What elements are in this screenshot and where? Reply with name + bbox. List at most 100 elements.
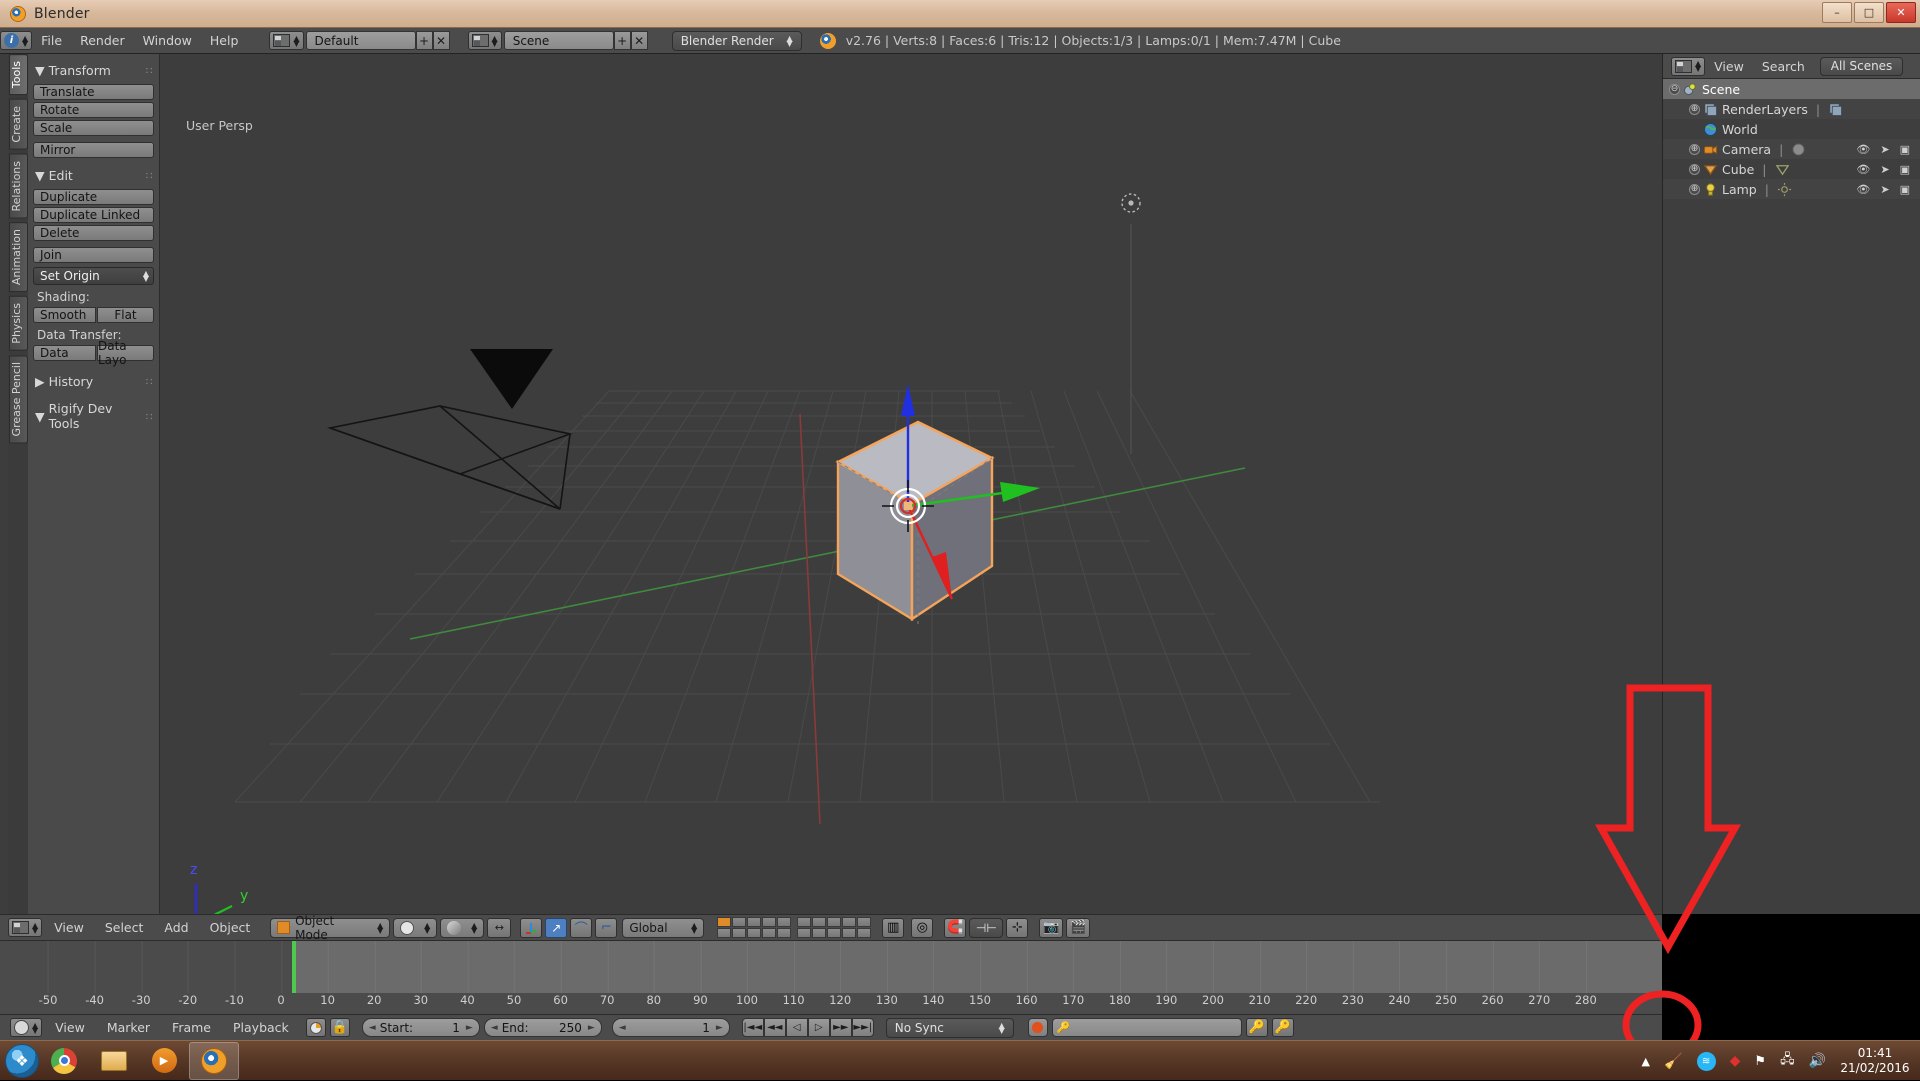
- delete-scene-button[interactable]: ✕: [631, 31, 648, 50]
- pivot-point-selector[interactable]: ▲▼: [440, 918, 484, 938]
- delete-screen-button[interactable]: ✕: [433, 31, 450, 50]
- timeline-playhead[interactable]: [292, 941, 296, 993]
- screen-layout-name[interactable]: Default: [306, 31, 416, 50]
- end-frame-field[interactable]: ◄ End: 250 ►: [484, 1018, 602, 1037]
- network-icon[interactable]: 🖧: [1780, 1050, 1795, 1072]
- prev-keyframe-icon[interactable]: ◄◄: [764, 1018, 786, 1037]
- camera-render-icon[interactable]: ▣: [1900, 163, 1910, 176]
- decrement-arrow-icon[interactable]: ◄: [491, 1023, 498, 1033]
- duplicate-button[interactable]: Duplicate: [33, 189, 154, 205]
- shade-flat-button[interactable]: Flat: [97, 307, 154, 323]
- mesh-data-icon[interactable]: [1775, 162, 1790, 177]
- scene-layers-icon[interactable]: [717, 917, 871, 938]
- viewport-editor-type-selector[interactable]: ▲▼: [8, 918, 42, 937]
- expand-icon[interactable]: ⊕: [1689, 144, 1700, 155]
- scene-name[interactable]: Scene: [504, 31, 614, 50]
- toolbar-tab-relations[interactable]: Relations: [9, 154, 28, 219]
- outliner-editor-type-selector[interactable]: ▲▼: [1671, 57, 1705, 76]
- scale-button[interactable]: Scale: [33, 120, 154, 136]
- snap-magnet-icon[interactable]: 🧲: [944, 918, 966, 938]
- viewport-menu-object[interactable]: Object: [201, 915, 260, 940]
- delete-button[interactable]: Delete: [33, 225, 154, 241]
- timeline-menu-playback[interactable]: Playback: [224, 1015, 298, 1040]
- manipulator-extra-icon[interactable]: ⌐: [595, 918, 617, 938]
- timeline-editor-type-selector[interactable]: ▲▼: [10, 1018, 42, 1037]
- timeline-menu-marker[interactable]: Marker: [98, 1015, 159, 1040]
- flag-icon[interactable]: ⚑: [1754, 1054, 1766, 1069]
- record-icon[interactable]: [1028, 1018, 1048, 1037]
- eye-icon[interactable]: 👁: [1856, 183, 1870, 196]
- cursor-arrow-icon[interactable]: ➤: [1880, 163, 1889, 176]
- menu-file[interactable]: File: [32, 28, 71, 53]
- outliner-row-world[interactable]: World: [1663, 119, 1920, 139]
- outliner-row-lamp[interactable]: ⊕ Lamp | 👁 ➤ ▣: [1663, 179, 1920, 199]
- translate-manipulator-icon[interactable]: [520, 918, 542, 938]
- jump-start-icon[interactable]: |◄◄: [742, 1018, 764, 1037]
- outliner-menu-search[interactable]: Search: [1753, 54, 1814, 79]
- panel-header-edit[interactable]: ▼ Edit ::: [31, 165, 156, 187]
- render-engine-selector[interactable]: Blender Render ▲▼: [672, 31, 802, 51]
- scene-selector[interactable]: ▲▼: [468, 31, 502, 50]
- camera-render-icon[interactable]: ▣: [1900, 183, 1910, 196]
- renderlayer-data-icon[interactable]: [1828, 102, 1843, 117]
- 3d-viewport[interactable]: z y x User Persp (1) Cube: [0, 54, 1662, 914]
- next-keyframe-icon[interactable]: ►►: [830, 1018, 852, 1037]
- toolbar-tab-physics[interactable]: Physics: [9, 296, 28, 351]
- expand-icon[interactable]: ⊕: [1689, 164, 1700, 175]
- current-frame-field[interactable]: ◄ 1 ►: [612, 1018, 730, 1037]
- render-animation-icon[interactable]: 🎬: [1066, 918, 1090, 938]
- increment-arrow-icon[interactable]: ►: [716, 1023, 723, 1033]
- camera-data-icon[interactable]: [1791, 142, 1806, 157]
- collapse-icon[interactable]: ⊖: [1669, 84, 1680, 95]
- scale-manipulator-icon[interactable]: ⌒: [570, 918, 592, 938]
- panel-header-rigify-dev-tools[interactable]: ▼ Rigify Dev Tools ::: [31, 398, 156, 435]
- data-button[interactable]: Data: [33, 345, 96, 361]
- shade-smooth-button[interactable]: Smooth: [33, 307, 96, 323]
- insert-keyframe-icon[interactable]: 🔑: [1246, 1018, 1268, 1037]
- viewport-menu-select[interactable]: Select: [96, 915, 153, 940]
- eye-icon[interactable]: 👁: [1856, 143, 1870, 156]
- rotate-button[interactable]: Rotate: [33, 102, 154, 118]
- rotate-manipulator-icon[interactable]: ↗: [545, 918, 567, 938]
- menu-window[interactable]: Window: [134, 28, 201, 53]
- decrement-arrow-icon[interactable]: ◄: [619, 1023, 626, 1033]
- expand-icon[interactable]: ⊕: [1689, 104, 1700, 115]
- jump-end-icon[interactable]: ►►|: [852, 1018, 874, 1037]
- viewport-menu-view[interactable]: View: [45, 915, 93, 940]
- toolbar-tab-create[interactable]: Create: [9, 99, 28, 150]
- keyingset-field[interactable]: 🔑: [1052, 1018, 1242, 1037]
- add-screen-button[interactable]: +: [416, 31, 433, 50]
- lamp-data-icon[interactable]: [1777, 182, 1792, 197]
- menu-render[interactable]: Render: [71, 28, 134, 53]
- minimize-button[interactable]: –: [1822, 2, 1852, 23]
- data-layout-button[interactable]: Data Layo: [97, 345, 154, 361]
- toolbar-tab-animation[interactable]: Animation: [9, 222, 28, 292]
- toolbar-tab-tools[interactable]: Tools: [9, 54, 28, 95]
- outliner-menu-view[interactable]: View: [1705, 54, 1753, 79]
- expand-icon[interactable]: ⊕: [1689, 184, 1700, 195]
- outliner-row-renderlayers[interactable]: ⊕ RenderLayers |: [1663, 99, 1920, 119]
- mirror-button[interactable]: Mirror: [33, 142, 154, 158]
- outliner-row-cube[interactable]: ⊕ Cube | 👁 ➤ ▣: [1663, 159, 1920, 179]
- timeline-menu-frame[interactable]: Frame: [163, 1015, 220, 1040]
- delete-keyframe-icon[interactable]: 🔑: [1272, 1018, 1294, 1037]
- avast-icon[interactable]: ◆: [1730, 1053, 1741, 1069]
- timeline-editor[interactable]: -50-40-30-20-100102030405060708090100110…: [0, 941, 1662, 1018]
- manipulator-toggle[interactable]: ↔: [487, 918, 511, 938]
- volume-icon[interactable]: 🔊: [1809, 1053, 1826, 1069]
- lock-icon[interactable]: 🔒: [330, 1018, 350, 1037]
- render-camera-icon[interactable]: 📷: [1039, 918, 1063, 938]
- duplicate-linked-button[interactable]: Duplicate Linked: [33, 207, 154, 223]
- info-editor-type-selector[interactable]: i ▲▼: [0, 31, 32, 50]
- outliner-row-scene[interactable]: ⊖ Scene: [1663, 79, 1920, 99]
- maximize-button[interactable]: □: [1854, 2, 1884, 23]
- viewport-menu-add[interactable]: Add: [155, 915, 197, 940]
- transform-orientation-selector[interactable]: Global ▲▼: [622, 918, 704, 938]
- taskbar-explorer-icon[interactable]: [89, 1042, 139, 1080]
- play-reverse-icon[interactable]: ◁: [786, 1018, 808, 1037]
- increment-arrow-icon[interactable]: ►: [466, 1023, 473, 1033]
- join-button[interactable]: Join: [33, 247, 154, 263]
- taskbar-chrome-icon[interactable]: [39, 1042, 89, 1080]
- viewport-shading-selector[interactable]: ▲▼: [393, 918, 437, 938]
- eye-icon[interactable]: 👁: [1856, 163, 1870, 176]
